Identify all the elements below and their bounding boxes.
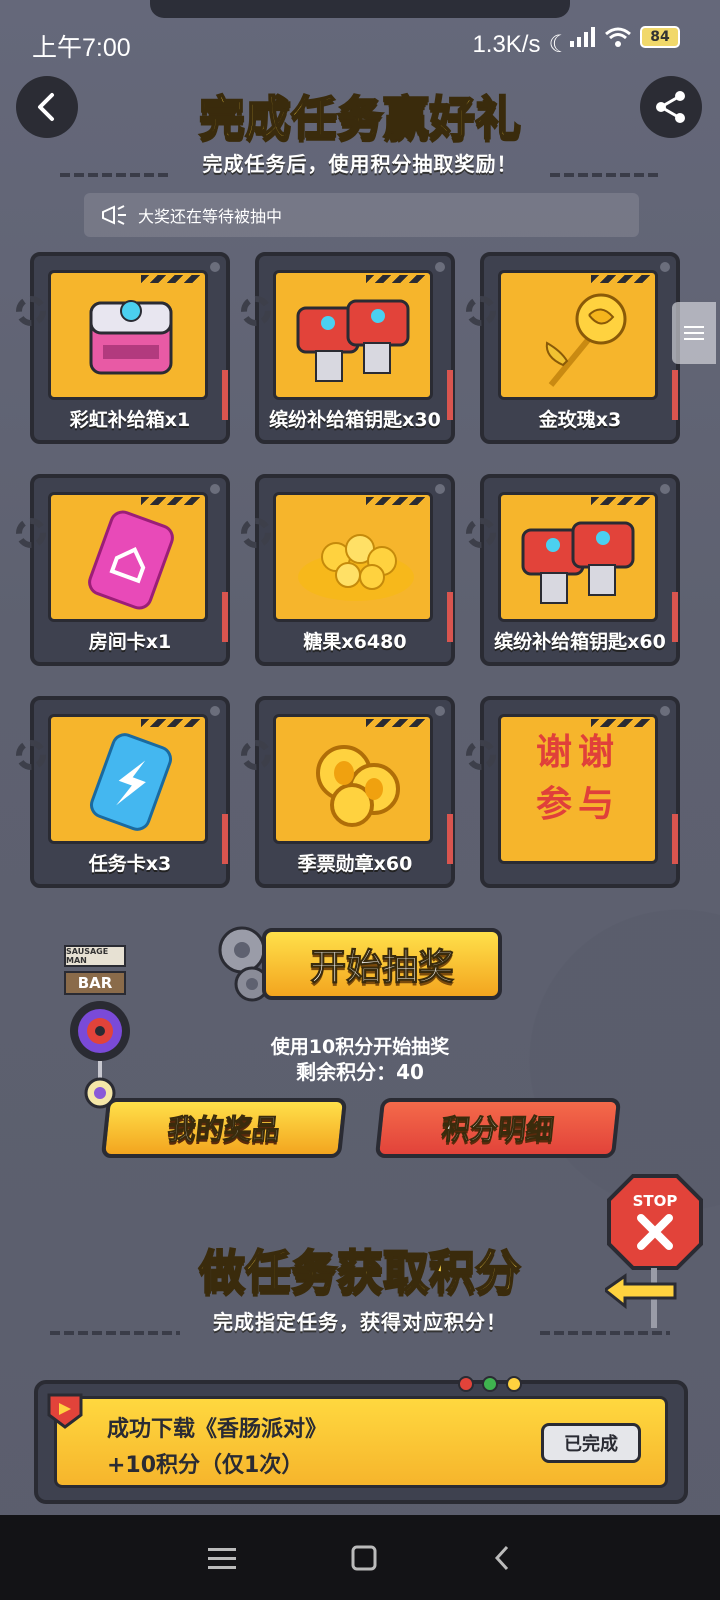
screw-icon — [660, 706, 670, 716]
play-badge-icon — [47, 1393, 83, 1429]
task-card: 成功下载《香肠派对》 +10积分（仅1次） 已完成 — [34, 1376, 688, 1504]
gear-icon — [16, 518, 46, 548]
prize-label: 糖果x6480 — [303, 631, 407, 653]
home-icon[interactable] — [351, 1545, 377, 1571]
menu-icon[interactable] — [207, 1546, 236, 1570]
prize-cell: 糖果x6480 — [241, 474, 455, 666]
candy-pile-icon — [298, 534, 414, 601]
golden-rose-icon — [545, 293, 627, 387]
prize-cell: 彩虹补给箱x1 — [16, 252, 230, 444]
menu-lines-icon — [684, 326, 704, 340]
gear-icon — [241, 740, 271, 770]
prize-label: 房间卡x1 — [88, 631, 172, 653]
gear-icon — [466, 296, 496, 326]
prize-label: 金玫瑰x3 — [538, 409, 622, 431]
prize-cell: 金玫瑰x3 — [466, 252, 680, 444]
screw-icon — [435, 262, 445, 272]
season-medal-icon — [316, 745, 400, 827]
screw-icon — [660, 484, 670, 494]
task-title: 成功下载《香肠派对》 — [107, 1417, 328, 1442]
screw-icon — [435, 706, 445, 716]
screw-icon — [210, 706, 220, 716]
start-draw-label: 开始抽奖 — [262, 928, 502, 1000]
prize-image-area — [48, 270, 208, 400]
prize-grid: 彩虹补给箱x1 缤纷补给箱钥匙x30 金玫瑰x3 房间卡x1 糖果x6480 缤… — [16, 252, 690, 902]
notice-text: 大奖还在等待被抽中 — [138, 207, 283, 226]
remaining-points-text: 剩余积分：40 — [296, 1060, 424, 1084]
prize-image-area — [48, 492, 208, 622]
share-button[interactable] — [640, 76, 702, 138]
page-subtitle: 完成任务后，使用积分抽取奖励！ — [202, 152, 518, 176]
gear-icon — [241, 518, 271, 548]
tasks-title: 做任务获取积分 — [198, 1244, 522, 1300]
megaphone-icon — [102, 205, 126, 225]
prize-label: 彩虹补给箱x1 — [69, 409, 191, 431]
back-nav-icon[interactable] — [492, 1544, 512, 1572]
my-prizes-button[interactable]: 我的奖品 — [100, 1098, 348, 1158]
gear-icon — [16, 296, 46, 326]
status-time: 上午7:00 — [32, 34, 131, 62]
signal-icon — [570, 27, 595, 47]
start-draw-button[interactable]: 开始抽奖 — [212, 920, 512, 1012]
battery-icon: 84 — [640, 26, 680, 48]
screw-icon — [210, 262, 220, 272]
prize-label: 季票勋章x60 — [297, 853, 413, 875]
stop-label: STOP — [632, 1192, 678, 1210]
prize-image-area — [498, 492, 658, 622]
screw-icon — [660, 262, 670, 272]
thanks-text: 谢谢 参与 — [535, 732, 620, 825]
yellow-light-icon — [506, 1376, 522, 1392]
prize-cell: 缤纷补给箱钥匙x60 — [466, 474, 680, 666]
gear-icon — [16, 740, 46, 770]
prize-label: 任务卡x3 — [88, 853, 172, 875]
prize-image-area — [273, 714, 433, 844]
gear-icon — [241, 296, 271, 326]
supply-box-key-icon — [296, 299, 410, 382]
screw-icon — [435, 484, 445, 494]
prize-cell: 房间卡x1 — [16, 474, 230, 666]
prize-image-area: 谢谢 参与 — [498, 714, 658, 864]
prize-image-area — [498, 270, 658, 400]
draw-cost-text: 使用10积分开始抽奖 — [270, 1036, 450, 1058]
task-card-body: 成功下载《香肠派对》 +10积分（仅1次） 已完成 — [47, 1393, 668, 1488]
room-card-icon — [88, 510, 174, 610]
gear-icon — [466, 518, 496, 548]
status-icons: 84 — [570, 26, 680, 48]
task-reward: +10积分（仅1次） — [107, 1453, 304, 1478]
back-button[interactable] — [16, 76, 78, 138]
share-icon — [656, 91, 685, 123]
prize-cell: 缤纷补给箱钥匙x30 — [241, 252, 455, 444]
prize-label: 缤纷补给箱钥匙x60 — [494, 631, 666, 653]
points-detail-button[interactable]: 积分明细 — [374, 1098, 622, 1158]
green-light-icon — [482, 1376, 498, 1392]
moon-icon: ☾ — [548, 31, 570, 58]
gear-icon — [466, 740, 496, 770]
status-net: 1.3K/s ☾ — [472, 30, 570, 59]
red-light-icon — [458, 1376, 474, 1392]
prize-cell: 任务卡x3 — [16, 696, 230, 888]
chevron-left-icon — [38, 93, 54, 121]
prize-image-area — [273, 492, 433, 622]
tasks-subtitle: 完成指定任务，获得对应积分！ — [213, 1310, 507, 1334]
net-speed: 1.3K/s — [472, 30, 541, 58]
system-nav-bar — [0, 1515, 720, 1600]
rainbow-supply-box-icon — [89, 300, 173, 375]
wifi-icon — [605, 27, 631, 47]
prize-image-area — [273, 270, 433, 400]
page-title: 完成任务赢好礼 — [198, 90, 522, 146]
status-bar: 上午7:00 1.3K/s ☾ 84 — [0, 0, 720, 86]
task-card-icon — [89, 733, 173, 831]
prize-image-area — [48, 714, 208, 844]
screw-icon — [210, 484, 220, 494]
supply-box-key-icon — [521, 521, 635, 604]
side-drawer-handle[interactable] — [672, 302, 716, 364]
bar-sign-label: BAR — [64, 971, 126, 995]
bar-sign-top: SAUSAGE MAN — [64, 945, 126, 967]
task-completed-button[interactable]: 已完成 — [541, 1423, 641, 1463]
prize-cell: 季票勋章x60 — [241, 696, 455, 888]
prize-label: 缤纷补给箱钥匙x30 — [269, 409, 441, 431]
notice-banner: 大奖还在等待被抽中 — [84, 193, 639, 237]
prize-cell: 谢谢 参与 — [466, 696, 680, 888]
